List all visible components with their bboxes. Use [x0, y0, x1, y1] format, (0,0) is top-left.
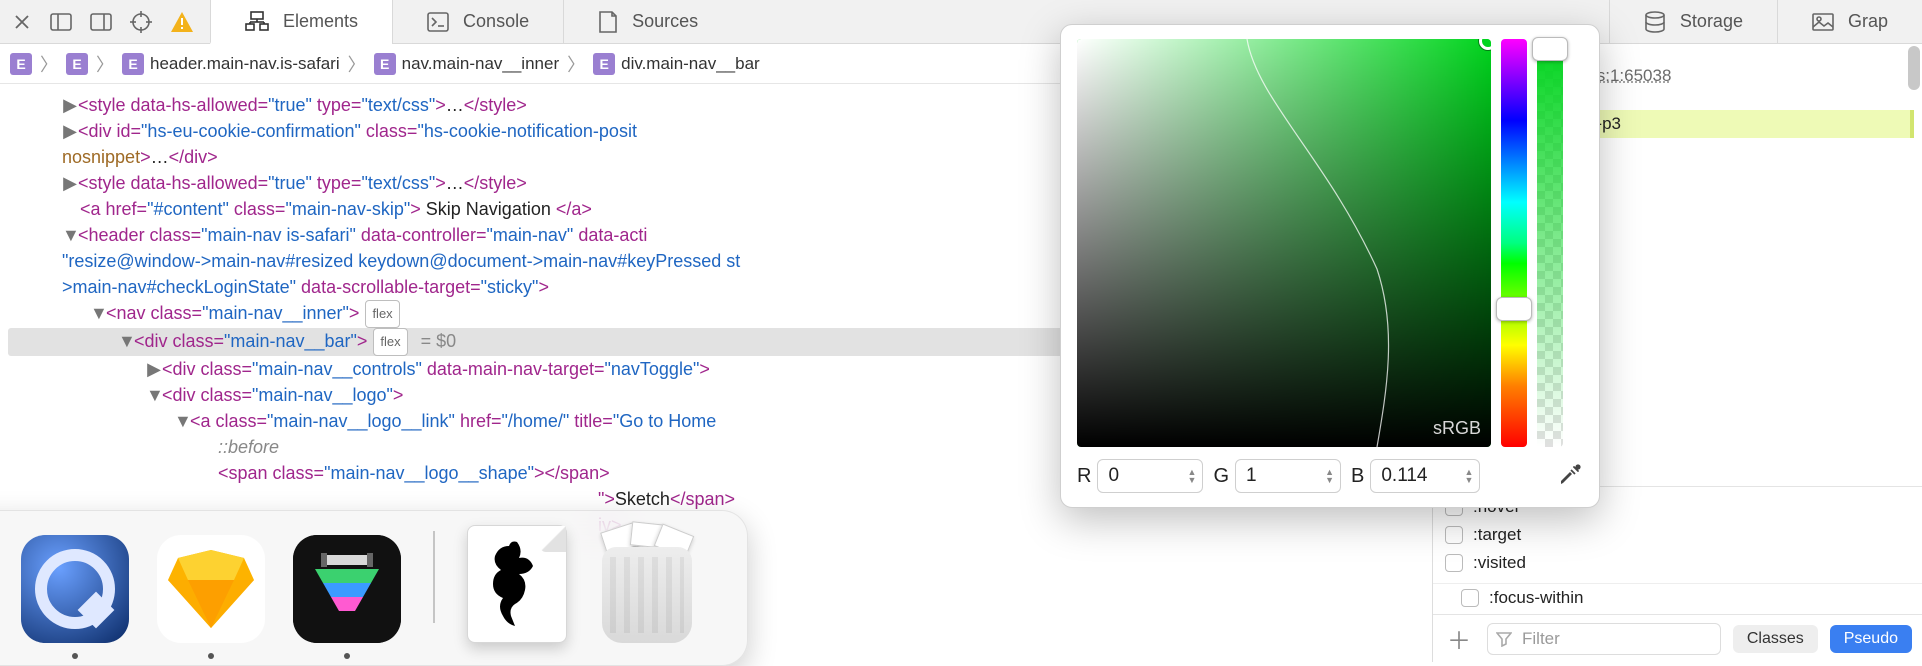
classes-toggle[interactable]: Classes: [1733, 625, 1818, 653]
channel-label-r: R: [1077, 465, 1091, 488]
gamut-label: sRGB: [1433, 418, 1481, 439]
color-field[interactable]: sRGB: [1077, 39, 1491, 447]
tab-label: Console: [463, 11, 529, 32]
breadcrumb-item[interactable]: Eheader.main-nav.is-safari: [122, 53, 340, 75]
color-picker-popover: sRGB R 0▲▼ G 1▲▼ B 0.114▲▼: [1060, 24, 1600, 508]
hue-thumb[interactable]: [1496, 297, 1532, 321]
inspect-icon[interactable]: [130, 11, 152, 33]
breadcrumb-item[interactable]: Enav.main-nav__inner: [374, 53, 560, 75]
dock-app-sketch[interactable]: [157, 535, 265, 643]
tab-label: Grap: [1848, 11, 1888, 32]
devtools-toolbar: Elements Console Sources Storage Grap: [0, 0, 1922, 44]
macos-dock: [0, 510, 748, 666]
tab-label: Storage: [1680, 11, 1743, 32]
breadcrumb-item[interactable]: E: [66, 53, 88, 75]
filter-input[interactable]: Filter: [1487, 623, 1721, 655]
dock-right-icon[interactable]: [90, 13, 112, 31]
channel-label-g: G: [1213, 465, 1229, 488]
tab-label: Elements: [283, 11, 358, 32]
force-focus-within[interactable]: :focus-within: [1461, 588, 1910, 608]
new-rule-button[interactable]: ＋: [1443, 621, 1475, 656]
breadcrumb-label: header.main-nav.is-safari: [150, 54, 340, 74]
force-visited[interactable]: :visited: [1445, 553, 1526, 573]
toolbar-left-controls: [0, 0, 210, 43]
breadcrumb-item[interactable]: Ediv.main-nav__bar: [593, 53, 760, 75]
pseudo-toggle[interactable]: Pseudo: [1830, 625, 1912, 653]
dock-app-quicktime[interactable]: [21, 535, 129, 643]
tab-storage[interactable]: Storage: [1609, 0, 1777, 43]
alpha-thumb[interactable]: [1532, 37, 1568, 61]
dollar-zero: = $0: [416, 331, 457, 351]
alpha-slider[interactable]: [1537, 39, 1563, 447]
dock-document[interactable]: [467, 525, 567, 643]
channel-input-g[interactable]: 1▲▼: [1235, 459, 1341, 493]
channel-input-r[interactable]: 0▲▼: [1097, 459, 1203, 493]
tab-graphics[interactable]: Grap: [1777, 0, 1922, 43]
warning-icon[interactable]: [170, 11, 194, 33]
eyedropper-icon[interactable]: [1557, 462, 1583, 491]
breadcrumb-label: div.main-nav__bar: [621, 54, 760, 74]
dock-app-finalcutpro[interactable]: [293, 535, 401, 643]
dock-left-icon[interactable]: [50, 13, 72, 31]
scrollbar-thumb[interactable]: [1908, 46, 1920, 90]
tab-label: Sources: [632, 11, 698, 32]
dock-divider: [433, 531, 435, 623]
breadcrumb-item[interactable]: E: [10, 53, 32, 75]
close-icon[interactable]: [12, 12, 32, 32]
tab-console[interactable]: Console: [392, 0, 563, 43]
force-target[interactable]: :target: [1445, 525, 1521, 545]
dock-trash[interactable]: [595, 525, 699, 643]
flex-badge[interactable]: flex: [365, 300, 399, 328]
channel-label-b: B: [1351, 465, 1364, 488]
tab-elements[interactable]: Elements: [210, 0, 392, 44]
hue-slider[interactable]: [1501, 39, 1527, 447]
flex-badge[interactable]: flex: [373, 328, 407, 356]
styles-filter-bar: ＋ Filter Classes Pseudo: [1433, 614, 1922, 662]
channel-input-b[interactable]: 0.114▲▼: [1370, 459, 1480, 493]
breadcrumb-label: nav.main-nav__inner: [402, 54, 560, 74]
tab-sources[interactable]: Sources: [563, 0, 732, 43]
